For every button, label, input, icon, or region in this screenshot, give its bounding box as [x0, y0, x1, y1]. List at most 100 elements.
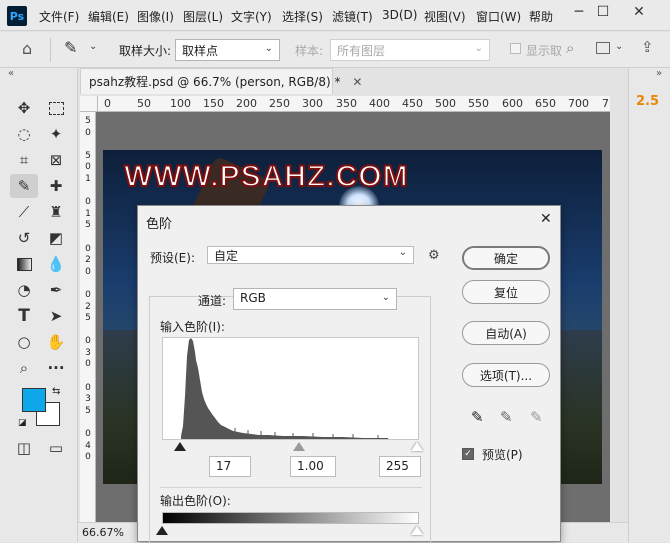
brush-tool-icon[interactable]: ⟋ [12, 200, 36, 224]
search-icon[interactable]: ⌕ [566, 39, 574, 57]
chevron-down-icon[interactable]: ⌄ [615, 41, 623, 52]
gradient-tool-icon[interactable] [12, 252, 36, 276]
input-levels-label: 输入色阶(I): [160, 320, 225, 334]
home-icon[interactable]: ⌂ [22, 39, 32, 58]
ruler-tick: 7 [602, 97, 609, 110]
workspace-icon[interactable] [596, 42, 610, 54]
chevron-down-icon: ⌄ [474, 43, 483, 54]
sample-size-select[interactable]: 取样点 ⌄ [175, 39, 280, 61]
white-eyedropper-icon[interactable]: ✎ [530, 408, 543, 426]
menu-type[interactable]: 文字(Y) [231, 8, 272, 25]
menu-3d[interactable]: 3D(D) [382, 8, 417, 22]
type-tool-icon[interactable]: T [12, 304, 36, 328]
histogram-graph [181, 338, 389, 439]
eraser-tool-icon[interactable]: ◩ [44, 226, 68, 250]
move-tool-icon[interactable]: ✥ [12, 96, 36, 120]
menu-filter[interactable]: 滤镜(T) [332, 8, 373, 25]
screen-mode-icon[interactable]: ▭ [44, 436, 68, 460]
tab-close-icon[interactable]: ✕ [352, 75, 362, 89]
maximize-button[interactable]: ☐ [586, 0, 620, 24]
output-black-slider[interactable] [156, 526, 168, 535]
menu-select[interactable]: 选择(S) [282, 8, 323, 25]
right-panel: » 2.5 [628, 68, 670, 542]
ellipse-tool-icon[interactable]: ○ [12, 330, 36, 354]
menu-bar: Ps 文件(F) 编辑(E) 图像(I) 图层(L) 文字(Y) 选择(S) 滤… [0, 0, 670, 31]
ruler-corner[interactable] [80, 96, 98, 112]
path-selection-tool-icon[interactable]: ➤ [44, 304, 68, 328]
zoom-level[interactable]: 66.67% [82, 526, 124, 539]
vertical-ruler: 50 501 015 020 025 030 035 040 [80, 112, 96, 522]
sample-size-label: 取样大小: [119, 44, 172, 58]
channel-select[interactable]: RGB ⌄ [233, 288, 397, 310]
preset-gear-icon[interactable]: ⚙ [428, 248, 440, 263]
healing-tool-icon[interactable]: ✚ [44, 174, 68, 198]
magic-wand-tool-icon[interactable]: ✦ [44, 122, 68, 146]
input-black-field[interactable]: 17 [209, 456, 251, 477]
preview-label: 预览(P) [482, 448, 523, 462]
marquee-tool-icon[interactable] [44, 96, 68, 120]
collapse-panel-icon[interactable]: » [656, 68, 662, 79]
window-close-button[interactable]: ✕ [622, 0, 656, 24]
eyedropper-icon[interactable]: ✎ [64, 38, 77, 57]
zoom-tool-icon[interactable]: ⌕ [12, 356, 36, 380]
image-title-text: WWW.PSAHZ.COM [123, 159, 409, 194]
lasso-tool-icon[interactable]: ◌ [12, 122, 36, 146]
input-slider-track[interactable] [162, 440, 423, 452]
options-button[interactable]: 选项(T)... [462, 363, 550, 387]
menu-view[interactable]: 视图(V) [424, 8, 466, 25]
dialog-close-icon[interactable]: ✕ [540, 211, 552, 227]
more-tools-icon[interactable]: ··· [44, 356, 68, 380]
output-white-slider[interactable] [411, 526, 423, 535]
reset-button[interactable]: 复位 [462, 280, 550, 304]
horizontal-ruler: 0 50 100 150 200 250 300 350 400 450 500… [98, 96, 610, 112]
eyedropper-tool-icon[interactable]: ✎ [10, 174, 38, 198]
output-slider-track[interactable] [156, 525, 423, 537]
input-white-field[interactable]: 255 [379, 456, 421, 477]
ruler-tick: 150 [203, 97, 224, 110]
history-brush-tool-icon[interactable]: ↺ [12, 226, 36, 250]
ruler-tick: 650 [535, 97, 556, 110]
dodge-tool-icon[interactable]: ◔ [12, 278, 36, 302]
chevron-down-icon[interactable]: ⌄ [89, 41, 97, 52]
hand-tool-icon[interactable]: ✋ [44, 330, 68, 354]
input-gamma-field[interactable]: 1.00 [290, 456, 336, 477]
ruler-tick: 50 [137, 97, 151, 110]
blur-tool-icon[interactable]: 💧 [44, 252, 68, 276]
auto-button[interactable]: 自动(A) [462, 321, 550, 345]
crop-tool-icon[interactable]: ⌗ [12, 148, 36, 172]
preview-checkbox[interactable]: ✓ [462, 448, 474, 460]
ruler-tick: 300 [302, 97, 323, 110]
menu-help[interactable]: 帮助 [529, 8, 553, 25]
ruler-tick: 450 [402, 97, 423, 110]
channel-label: 通道: [198, 294, 227, 308]
default-colors-icon[interactable]: ◪ [18, 418, 27, 428]
share-icon[interactable]: ⇪ [641, 38, 654, 56]
menu-window[interactable]: 窗口(W) [476, 8, 521, 25]
output-levels-label: 输出色阶(O): [160, 494, 231, 508]
dialog-title: 色阶 [146, 217, 173, 232]
preset-select[interactable]: 自定 ⌄ [207, 246, 414, 264]
foreground-color-swatch[interactable] [22, 388, 46, 412]
levels-dialog: 色阶 ✕ 预设(E): 自定 ⌄ ⚙ 通道: RGB ⌄ 输入色阶(I): 17 1… [137, 205, 561, 543]
preset-value: 自定 [214, 249, 239, 263]
menu-image[interactable]: 图像(I) [137, 8, 174, 25]
black-eyedropper-icon[interactable]: ✎ [471, 408, 484, 426]
document-tab[interactable]: psahz教程.psd @ 66.7% (person, RGB/8) * ✕ [80, 68, 362, 94]
frame-tool-icon[interactable]: ⊠ [44, 148, 68, 172]
quick-mask-icon[interactable]: ◫ [12, 436, 36, 460]
gamma-slider[interactable] [293, 442, 305, 451]
menu-layer[interactable]: 图层(L) [183, 8, 223, 25]
stamp-tool-icon[interactable]: ♜ [44, 200, 68, 224]
white-point-slider[interactable] [411, 442, 423, 451]
show-ring-checkbox[interactable] [510, 43, 521, 54]
menu-file[interactable]: 文件(F) [39, 8, 79, 25]
menu-edit[interactable]: 编辑(E) [88, 8, 129, 25]
swap-colors-icon[interactable]: ⇆ [52, 386, 60, 397]
ok-button[interactable]: 确定 [462, 246, 550, 270]
collapse-panel-icon[interactable]: « [8, 68, 14, 79]
ruler-tick: 550 [468, 97, 489, 110]
black-point-slider[interactable] [174, 442, 186, 451]
sample-select[interactable]: 所有图层 ⌄ [330, 39, 490, 61]
pen-tool-icon[interactable]: ✒ [44, 278, 68, 302]
gray-eyedropper-icon[interactable]: ✎ [500, 408, 513, 426]
